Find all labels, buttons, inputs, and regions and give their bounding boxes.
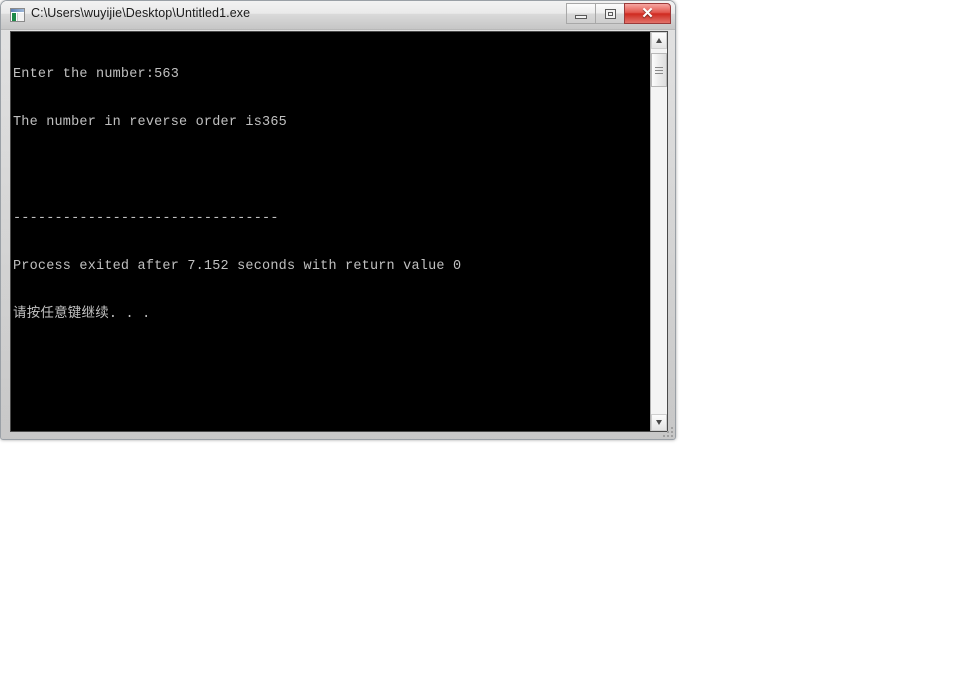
minimize-button[interactable] [566,3,595,24]
console-line: The number in reverse order is365 [13,115,287,130]
title-bar[interactable]: C:\Users\wuyijie\Desktop\Untitled1.exe ✕ [1,1,675,30]
console-scrollbar[interactable] [650,32,667,431]
maximize-button[interactable] [595,3,624,24]
minimize-icon [575,15,587,19]
console-app-icon [10,8,25,22]
window-controls: ✕ [566,3,671,25]
console-line: 请按任意键继续. . . [13,307,151,322]
console-separator-line: -------------------------------- [13,211,279,226]
scroll-up-arrow-icon [656,38,662,43]
console-output-area[interactable]: Enter the number:563 The number in rever… [10,31,668,432]
console-line: Process exited after 7.152 seconds with … [13,259,462,274]
close-button[interactable]: ✕ [624,3,671,24]
console-text-block: Enter the number:563 The number in rever… [13,35,648,355]
maximize-icon [605,9,616,19]
console-window[interactable]: C:\Users\wuyijie\Desktop\Untitled1.exe ✕… [0,0,676,440]
scrollbar-track[interactable] [651,49,667,414]
console-line: Enter the number:563 [13,67,180,82]
scroll-up-button[interactable] [651,32,667,49]
close-icon: ✕ [641,5,654,22]
scrollbar-thumb[interactable] [651,53,667,87]
window-title: C:\Users\wuyijie\Desktop\Untitled1.exe [31,6,251,20]
resize-grip[interactable] [660,424,673,437]
